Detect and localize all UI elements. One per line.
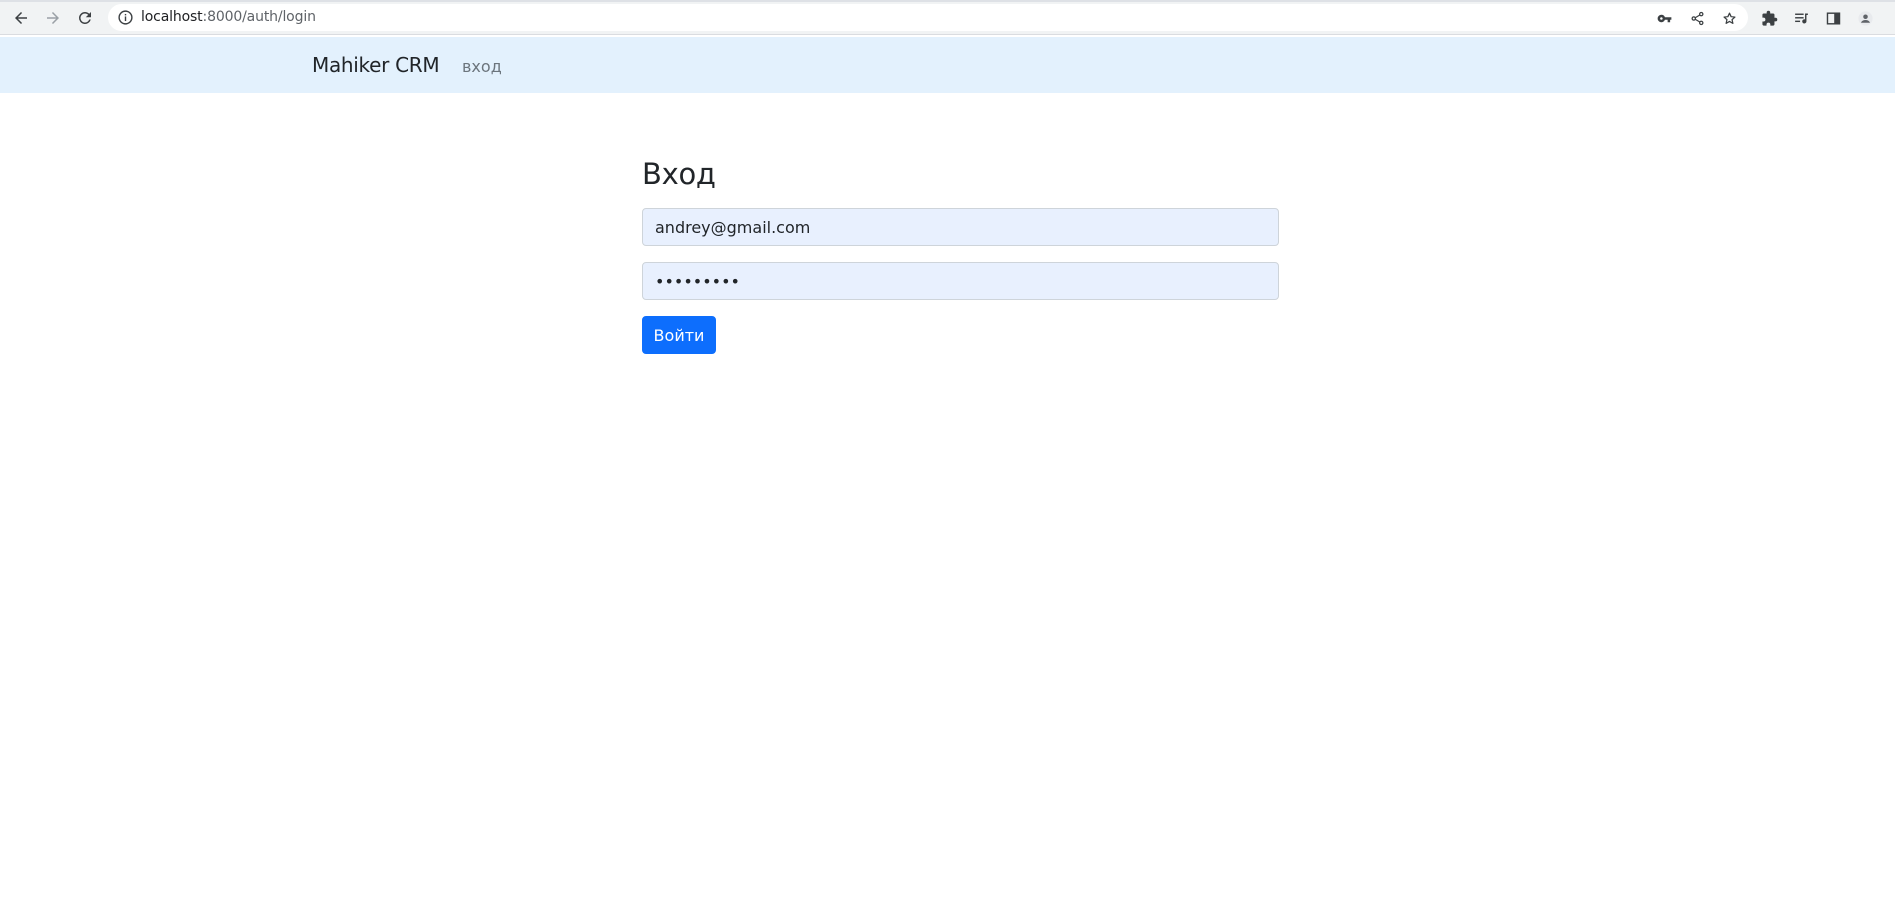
back-icon [15, 12, 27, 24]
share-icon [1691, 11, 1703, 25]
bookmark-button[interactable] [1720, 9, 1738, 27]
reload-icon [78, 11, 91, 24]
password-field[interactable] [642, 262, 1279, 300]
url-host: localhost [141, 9, 203, 25]
profile-icon [1857, 10, 1873, 26]
navbar-brand[interactable]: Mahiker CRM [312, 53, 440, 77]
extensions-button[interactable] [1759, 8, 1779, 28]
url-text[interactable]: localhost:8000/auth/login [141, 9, 316, 26]
site-info-icon[interactable] [117, 9, 134, 26]
window-top-edge [0, 0, 1895, 2]
page-title: Вход [642, 157, 716, 191]
site-navbar: Mahiker CRM вход [0, 37, 1895, 93]
login-button[interactable]: Войти [642, 316, 716, 354]
reading-list-button[interactable] [1791, 8, 1811, 28]
share-button[interactable] [1688, 9, 1706, 27]
browser-toolbar: localhost:8000/auth/login [0, 0, 1895, 35]
reload-button[interactable] [72, 5, 98, 31]
forward-button[interactable] [40, 5, 66, 31]
star-icon [1722, 12, 1736, 24]
back-button[interactable] [8, 5, 34, 31]
extensions-icon [1761, 10, 1777, 26]
key-icon [1657, 14, 1671, 22]
email-field[interactable] [642, 208, 1279, 246]
url-path: :8000/auth/login [202, 9, 316, 25]
forward-icon [47, 12, 59, 24]
address-bar[interactable]: localhost:8000/auth/login [108, 4, 1748, 31]
side-panel-button[interactable] [1823, 8, 1843, 28]
nav-link-login[interactable]: вход [462, 57, 502, 76]
profile-button[interactable] [1855, 8, 1875, 28]
password-key-button[interactable] [1655, 9, 1673, 27]
reading-list-icon [1794, 13, 1808, 23]
side-panel-icon [1826, 11, 1840, 25]
